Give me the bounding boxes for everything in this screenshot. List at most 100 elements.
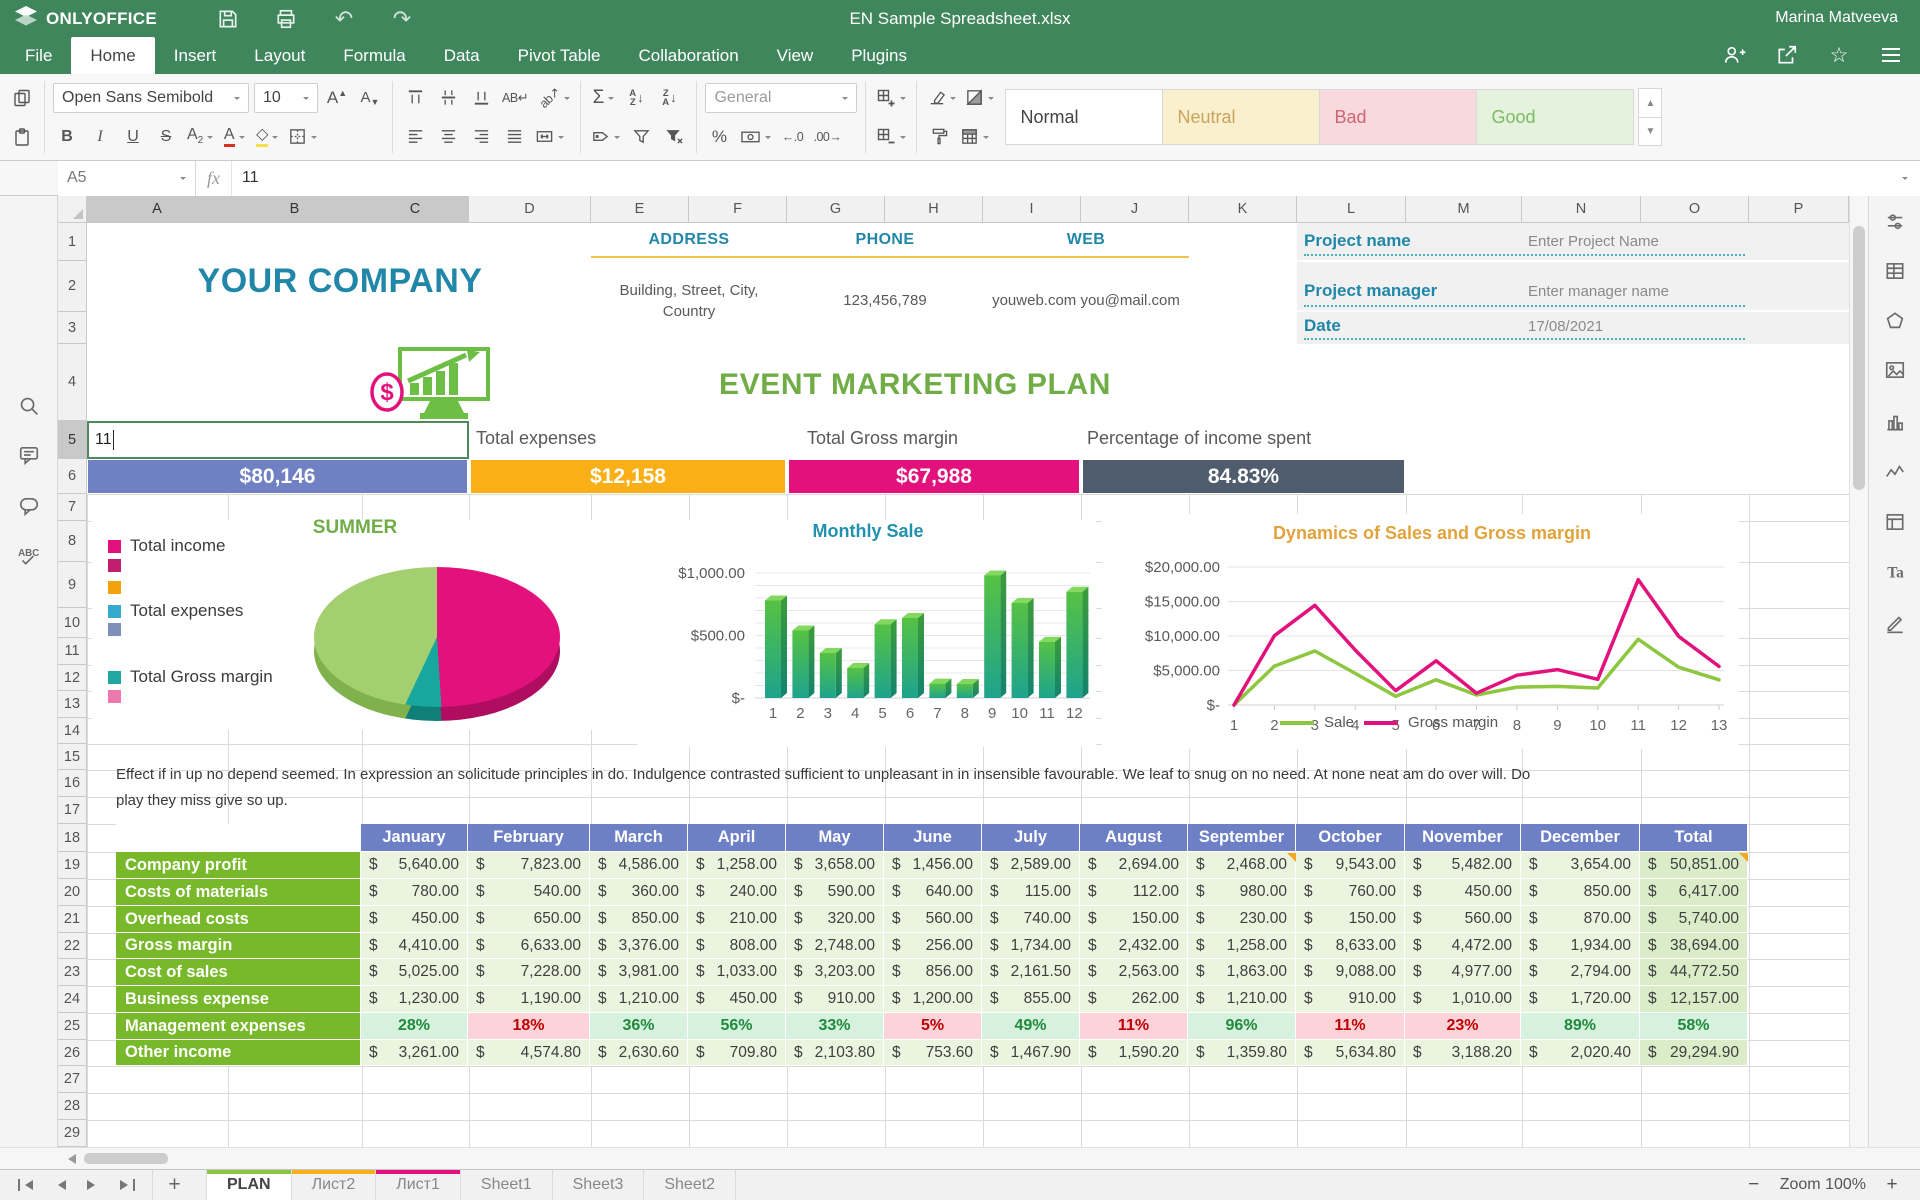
table-value-cell[interactable]: $320.00 bbox=[786, 906, 884, 933]
merge-center-button[interactable] bbox=[533, 122, 566, 152]
number-format-select[interactable]: General bbox=[705, 83, 857, 113]
table-value-cell[interactable]: $9,088.00 bbox=[1296, 959, 1405, 986]
table-value-cell[interactable]: $1,359.80 bbox=[1188, 1040, 1296, 1066]
table-value-cell[interactable]: $740.00 bbox=[982, 906, 1080, 933]
filter-button[interactable] bbox=[627, 122, 655, 152]
row-header-4[interactable]: 4 bbox=[58, 344, 87, 421]
clear-button[interactable] bbox=[925, 83, 958, 113]
table-value-cell[interactable]: $2,748.00 bbox=[786, 933, 884, 959]
menu-tab-plugins[interactable]: Plugins bbox=[832, 37, 926, 74]
cell-style-normal[interactable]: Normal bbox=[1005, 89, 1163, 145]
table-value-cell[interactable]: $8,633.00 bbox=[1296, 933, 1405, 959]
named-ranges-button[interactable] bbox=[589, 122, 622, 152]
font-color-button[interactable]: A bbox=[220, 122, 248, 152]
cell-style-neutral[interactable]: Neutral bbox=[1162, 89, 1320, 145]
table-value-cell[interactable]: $6,633.00 bbox=[468, 933, 590, 959]
table-value-cell[interactable]: $910.00 bbox=[786, 986, 884, 1013]
table-value-cell[interactable]: $560.00 bbox=[884, 906, 982, 933]
menu-tab-formula[interactable]: Formula bbox=[324, 37, 424, 74]
table-percent-cell[interactable]: 23% bbox=[1405, 1013, 1521, 1040]
row-header-9[interactable]: 9 bbox=[58, 562, 87, 608]
menu-tab-layout[interactable]: Layout bbox=[235, 37, 324, 74]
table-value-cell[interactable]: $5,634.80 bbox=[1296, 1040, 1405, 1066]
table-value-cell[interactable]: $5,640.00 bbox=[361, 852, 468, 879]
table-total-cell[interactable]: $6,417.00 bbox=[1640, 879, 1748, 906]
clear-filter-button[interactable] bbox=[660, 122, 688, 152]
table-value-cell[interactable]: $2,630.60 bbox=[590, 1040, 688, 1066]
row-header-3[interactable]: 3 bbox=[58, 312, 87, 344]
table-value-cell[interactable]: $1,200.00 bbox=[884, 986, 982, 1013]
table-value-cell[interactable]: $850.00 bbox=[1521, 879, 1640, 906]
sort-descending-button[interactable]: ZA↓ bbox=[655, 83, 683, 113]
horizontal-scrollbar[interactable] bbox=[0, 1147, 1920, 1169]
table-percent-cell[interactable]: 11% bbox=[1080, 1013, 1188, 1040]
table-value-cell[interactable]: $2,563.00 bbox=[1080, 959, 1188, 986]
first-sheet-button[interactable] bbox=[8, 1179, 42, 1191]
style-gallery-up-button[interactable]: ▲ bbox=[1639, 89, 1661, 117]
cell-settings-icon[interactable] bbox=[1877, 204, 1913, 240]
text-orientation-button[interactable]: ab↗ bbox=[536, 83, 573, 113]
table-value-cell[interactable]: $2,694.00 bbox=[1080, 852, 1188, 879]
comment-indicator[interactable] bbox=[1287, 853, 1296, 862]
textart-settings-icon[interactable]: Ta bbox=[1877, 554, 1913, 590]
table-value-cell[interactable]: $3,188.20 bbox=[1405, 1040, 1521, 1066]
table-total-cell[interactable]: $50,851.00 bbox=[1640, 852, 1748, 879]
table-value-cell[interactable]: $3,981.00 bbox=[590, 959, 688, 986]
column-header-L[interactable]: L bbox=[1297, 196, 1406, 223]
increase-decimal-button[interactable]: .00→ bbox=[811, 122, 843, 152]
next-sheet-button[interactable] bbox=[76, 1180, 110, 1190]
table-value-cell[interactable]: $910.00 bbox=[1296, 986, 1405, 1013]
table-value-cell[interactable]: $1,258.00 bbox=[1188, 933, 1296, 959]
table-value-cell[interactable]: $450.00 bbox=[688, 986, 786, 1013]
font-name-select[interactable]: Open Sans Semibold bbox=[53, 83, 249, 113]
table-value-cell[interactable]: $230.00 bbox=[1188, 906, 1296, 933]
table-value-cell[interactable]: $640.00 bbox=[884, 879, 982, 906]
table-value-cell[interactable]: $112.00 bbox=[1080, 879, 1188, 906]
table-percent-cell[interactable]: 49% bbox=[982, 1013, 1080, 1040]
hamburger-menu-icon[interactable] bbox=[1876, 40, 1906, 70]
add-sheet-button[interactable]: + bbox=[152, 1170, 196, 1200]
pivot-settings-icon[interactable] bbox=[1877, 504, 1913, 540]
insert-cells-button[interactable] bbox=[874, 83, 908, 113]
align-top-button[interactable] bbox=[401, 83, 429, 113]
row-header-13[interactable]: 13 bbox=[58, 691, 87, 718]
table-value-cell[interactable]: $360.00 bbox=[590, 879, 688, 906]
redo-button[interactable]: ↷ bbox=[385, 4, 419, 34]
row-header-17[interactable]: 17 bbox=[58, 797, 87, 824]
table-percent-total-cell[interactable]: 58% bbox=[1640, 1013, 1748, 1040]
borders-button[interactable] bbox=[286, 122, 319, 152]
sheet-tab-лист2[interactable]: Лист2 bbox=[292, 1170, 377, 1200]
table-percent-cell[interactable]: 33% bbox=[786, 1013, 884, 1040]
table-value-cell[interactable]: $2,589.00 bbox=[982, 852, 1080, 879]
row-header-2[interactable]: 2 bbox=[58, 261, 87, 312]
previous-sheet-button[interactable] bbox=[42, 1180, 76, 1190]
table-value-cell[interactable]: $855.00 bbox=[982, 986, 1080, 1013]
column-header-J[interactable]: J bbox=[1081, 196, 1189, 223]
select-all-corner[interactable] bbox=[58, 196, 87, 223]
insert-function-icon[interactable]: fx bbox=[196, 161, 232, 196]
scroll-left-icon[interactable] bbox=[58, 1151, 80, 1167]
italic-button[interactable]: I bbox=[86, 122, 114, 152]
table-value-cell[interactable]: $560.00 bbox=[1405, 906, 1521, 933]
table-value-cell[interactable]: $856.00 bbox=[884, 959, 982, 986]
vertical-scrollbar-thumb[interactable] bbox=[1853, 226, 1865, 490]
table-value-cell[interactable]: $210.00 bbox=[688, 906, 786, 933]
save-button[interactable] bbox=[211, 4, 245, 34]
table-value-cell[interactable]: $150.00 bbox=[1080, 906, 1188, 933]
table-value-cell[interactable]: $2,161.50 bbox=[982, 959, 1080, 986]
table-value-cell[interactable]: $3,376.00 bbox=[590, 933, 688, 959]
row-header-10[interactable]: 10 bbox=[58, 608, 87, 638]
table-total-cell[interactable]: $44,772.50 bbox=[1640, 959, 1748, 986]
table-value-cell[interactable]: $980.00 bbox=[1188, 879, 1296, 906]
add-user-icon[interactable] bbox=[1720, 40, 1750, 70]
row-header-26[interactable]: 26 bbox=[58, 1040, 87, 1066]
increase-font-button[interactable]: A▲ bbox=[323, 83, 351, 113]
table-value-cell[interactable]: $2,020.40 bbox=[1521, 1040, 1640, 1066]
table-percent-cell[interactable]: 56% bbox=[688, 1013, 786, 1040]
style-gallery-down-button[interactable]: ▼ bbox=[1639, 117, 1661, 145]
table-value-cell[interactable]: $2,468.00 bbox=[1188, 852, 1296, 879]
row-header-7[interactable]: 7 bbox=[58, 494, 87, 521]
table-value-cell[interactable]: $4,574.80 bbox=[468, 1040, 590, 1066]
table-value-cell[interactable]: $2,794.00 bbox=[1521, 959, 1640, 986]
underline-button[interactable]: U bbox=[119, 122, 147, 152]
